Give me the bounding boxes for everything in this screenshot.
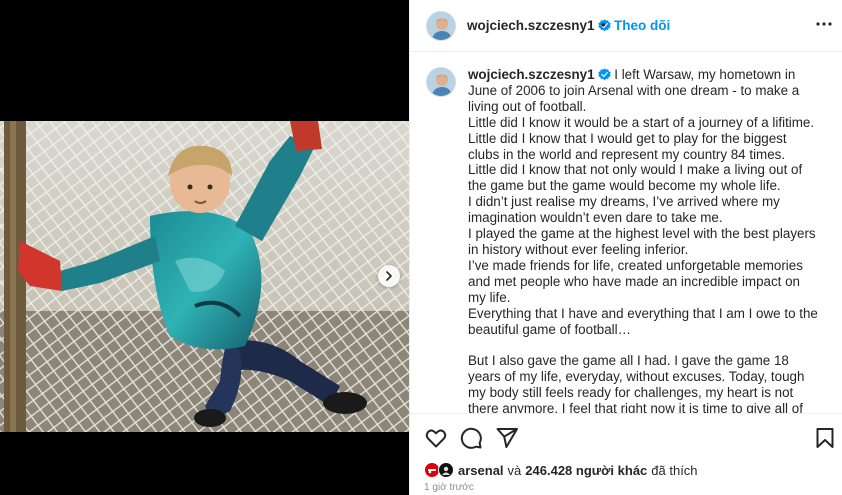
author-avatar[interactable] [426, 11, 456, 41]
author-username[interactable]: wojciech.szczesny1 [467, 18, 611, 33]
caption-line: I didn’t just realise my dreams, I’ve ar… [468, 194, 780, 226]
comment-icon [460, 427, 482, 449]
caption-username[interactable]: wojciech.szczesny1 [468, 67, 595, 82]
goalkeeper-photo-illustration [0, 121, 409, 432]
save-button[interactable] [813, 426, 837, 450]
more-horizontal-icon [816, 22, 832, 26]
caption-line: Little did I know that not only would I … [468, 162, 803, 194]
avatar-image [427, 68, 455, 96]
caption-paragraph-gap [468, 337, 820, 353]
like-button[interactable] [424, 426, 448, 450]
share-button[interactable] [495, 426, 519, 450]
caption-line: Little did I know it would be a start of… [468, 114, 815, 130]
post-media-panel [0, 0, 409, 495]
comment-button[interactable] [459, 426, 483, 450]
caption-line: Everything that I have and everything th… [468, 305, 818, 337]
caption-line: wojciech.szczesny1 I left Warsaw, my hom… [468, 67, 820, 115]
post-actions-bar [410, 413, 842, 459]
avatar-image [427, 12, 455, 40]
more-options-button[interactable] [814, 14, 834, 34]
caption-line: Little did I know that I would get to pl… [468, 130, 787, 162]
likes-conjunction: và [507, 462, 522, 478]
caption-line: But I also gave the game all I had. I ga… [468, 353, 805, 413]
post-header: wojciech.szczesny1 • Theo dõi [410, 0, 842, 52]
cannon-icon [428, 469, 436, 474]
author-username-text[interactable]: wojciech.szczesny1 [467, 18, 595, 33]
post-detail-panel: wojciech.szczesny1 • Theo dõi wojciech.s… [409, 0, 842, 495]
liker-avatar-second[interactable] [438, 462, 454, 478]
post-caption: wojciech.szczesny1 I left Warsaw, my hom… [468, 67, 820, 413]
liker-username[interactable]: arsenal [458, 463, 504, 478]
send-icon [496, 428, 518, 448]
follow-button[interactable]: Theo dõi [614, 18, 670, 33]
caption-line: I played the game at the highest level w… [468, 226, 816, 257]
bookmark-icon [816, 428, 834, 448]
chevron-right-icon [386, 271, 392, 281]
heart-icon [425, 429, 447, 448]
likes-summary: arsenal và 246.428 người khác đã thích [424, 461, 702, 479]
caption-line: I’ve made friends for life, created unfo… [468, 257, 803, 305]
likes-suffix: đã thích [651, 462, 698, 478]
header-separator: • [601, 17, 606, 32]
post-timestamp[interactable]: 1 giờ trước [424, 482, 474, 493]
verified-badge-icon [597, 68, 611, 81]
avatar-image [442, 466, 450, 475]
caption-author-avatar[interactable] [426, 67, 456, 97]
likes-count[interactable]: 246.428 người khác [525, 463, 647, 478]
caption-area: wojciech.szczesny1 I left Warsaw, my hom… [410, 53, 842, 413]
post-photo[interactable] [0, 121, 409, 432]
next-media-button[interactable] [378, 265, 400, 287]
